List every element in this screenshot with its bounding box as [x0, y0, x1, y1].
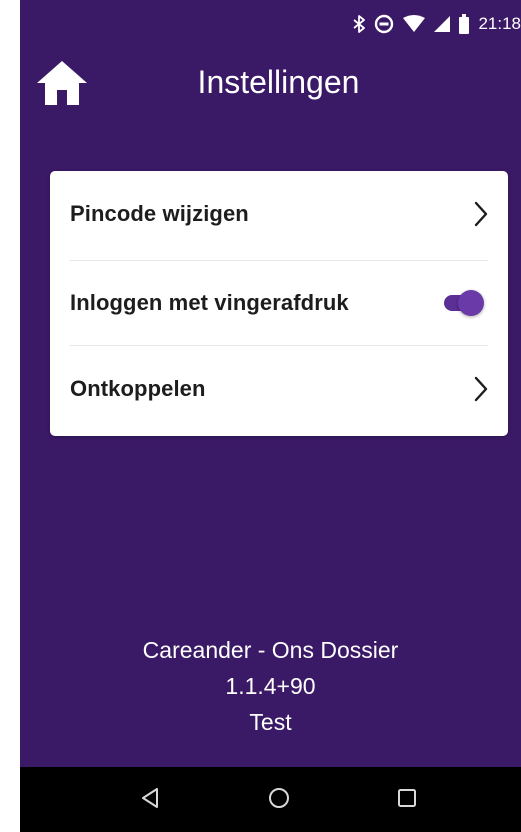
app-version: 1.1.4+90 [225, 673, 316, 699]
cell-signal-icon [434, 15, 451, 33]
nav-home-button[interactable] [266, 787, 292, 813]
nav-recents-button[interactable] [394, 787, 420, 813]
app-name: Careander - Ons Dossier [142, 637, 399, 663]
chevron-right-icon [474, 376, 488, 402]
battery-icon [459, 14, 470, 34]
recents-icon [397, 788, 417, 813]
app-screen: 21:18 Instellingen Pincode wijzigen Inlo [20, 0, 521, 832]
app-environment: Test [249, 709, 292, 735]
status-bar: 21:18 [20, 0, 521, 48]
settings-item-disconnect[interactable]: Ontkoppelen [50, 346, 508, 432]
settings-item-label: Inloggen met vingerafdruk [70, 290, 349, 315]
settings-item-label: Ontkoppelen [70, 376, 206, 401]
bluetooth-icon [353, 15, 366, 33]
app-header: Instellingen [20, 48, 521, 124]
navigation-bar [20, 767, 521, 832]
fingerprint-toggle[interactable] [440, 290, 484, 316]
status-time: 21:18 [478, 14, 521, 33]
status-icons: 21:18 [353, 13, 521, 35]
toggle-thumb [458, 290, 484, 316]
settings-card: Pincode wijzigen Inloggen met vingerafdr… [50, 171, 508, 436]
do-not-disturb-icon [374, 14, 394, 34]
page-title: Instellingen [197, 64, 360, 100]
nav-back-button[interactable] [137, 787, 163, 813]
home-circle-icon [268, 787, 290, 814]
settings-item-change-pincode[interactable]: Pincode wijzigen [50, 171, 508, 257]
back-icon [140, 787, 160, 814]
settings-item-label: Pincode wijzigen [70, 201, 249, 226]
chevron-right-icon [474, 201, 488, 227]
app-info: Careander - Ons Dossier 1.1.4+90 Test [20, 632, 521, 740]
wifi-icon [403, 15, 426, 33]
settings-item-fingerprint-login: Inloggen met vingerafdruk [50, 260, 508, 346]
